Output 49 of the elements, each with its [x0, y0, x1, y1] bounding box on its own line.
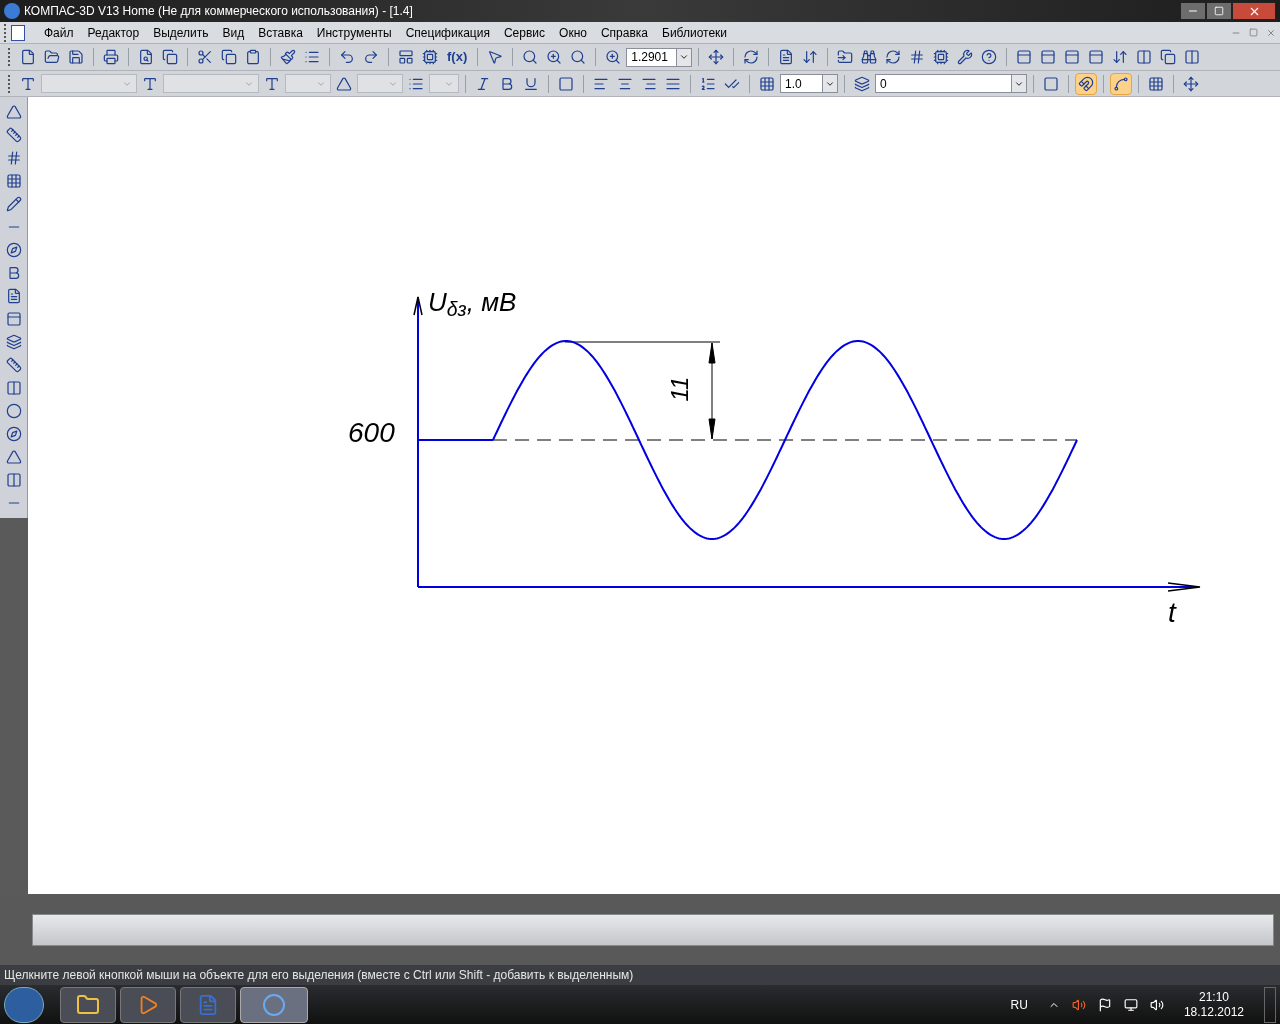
layer-field[interactable]: 0 [875, 74, 1027, 93]
level-label: 600 [348, 419, 395, 447]
flag-icon[interactable] [1097, 997, 1112, 1012]
menu-item[interactable]: Вставка [251, 23, 310, 42]
menu-item[interactable]: Инструменты [309, 23, 399, 42]
menu-item[interactable]: Редактор [80, 23, 147, 42]
menu-item[interactable]: Вид [215, 23, 252, 42]
menu-item[interactable]: Спецификация [398, 23, 497, 42]
volume-icon[interactable] [1149, 997, 1164, 1012]
combo-field[interactable] [357, 74, 403, 93]
menu-item[interactable]: Выделить [146, 23, 216, 42]
caret-icon[interactable] [679, 52, 690, 62]
cad-taskbar-button[interactable] [240, 986, 308, 1023]
clock-time[interactable]: 21:10 [1198, 989, 1229, 1005]
zoom-field[interactable]: 1.2901 [626, 47, 693, 67]
combo-field[interactable] [429, 74, 459, 93]
y-axis-label: U$_{δз}$, мВ [428, 289, 517, 315]
speaker-alert-icon[interactable] [1071, 997, 1086, 1012]
magnet-icon[interactable] [1075, 72, 1097, 95]
formula-button[interactable]: f(x) [443, 47, 472, 67]
menu-item[interactable]: Сервис [496, 23, 553, 42]
maximize-button[interactable] [1206, 2, 1232, 20]
language-indicator[interactable]: RU [1010, 995, 1028, 1014]
start-button[interactable] [4, 986, 44, 1023]
point-snap-icon[interactable] [1110, 72, 1132, 95]
combo-field[interactable] [285, 74, 331, 93]
app-logo-icon [4, 3, 20, 19]
folder-icon[interactable] [76, 992, 100, 1017]
menu-item[interactable]: Окно [552, 23, 594, 42]
network-icon[interactable] [1123, 997, 1138, 1012]
dimension-value: 11 [668, 376, 693, 402]
show-desktop-button[interactable] [1264, 986, 1276, 1023]
menu-item[interactable]: Файл [37, 23, 81, 42]
menu-item[interactable]: Библиотеки [655, 23, 735, 42]
word-taskbar-button[interactable] [180, 986, 236, 1023]
minimize-button[interactable] [1180, 2, 1206, 20]
doc-close-icon[interactable] [1266, 27, 1276, 38]
close-button[interactable] [1232, 2, 1276, 20]
combo-field[interactable] [163, 74, 259, 93]
window-title: КОМПАС-3D V13 Home (Не для коммерческого использования) - [1.4] [24, 3, 414, 20]
combo-field[interactable] [41, 74, 137, 93]
media-taskbar-button[interactable] [120, 986, 176, 1023]
status-text: Щелкните левой кнопкой мыши на объекте для его выделения (вместе с Ctrl или Shift - добавить к выделенным) [4, 967, 634, 984]
clock-date[interactable]: 18.12.2012 [1183, 1004, 1244, 1020]
document-icon [11, 24, 25, 41]
x-axis-label: t [1168, 599, 1176, 627]
step-field[interactable]: 1.0 [780, 74, 838, 93]
explorer-taskbar-button[interactable] [60, 986, 116, 1023]
menu-item[interactable]: Справка [593, 23, 655, 42]
